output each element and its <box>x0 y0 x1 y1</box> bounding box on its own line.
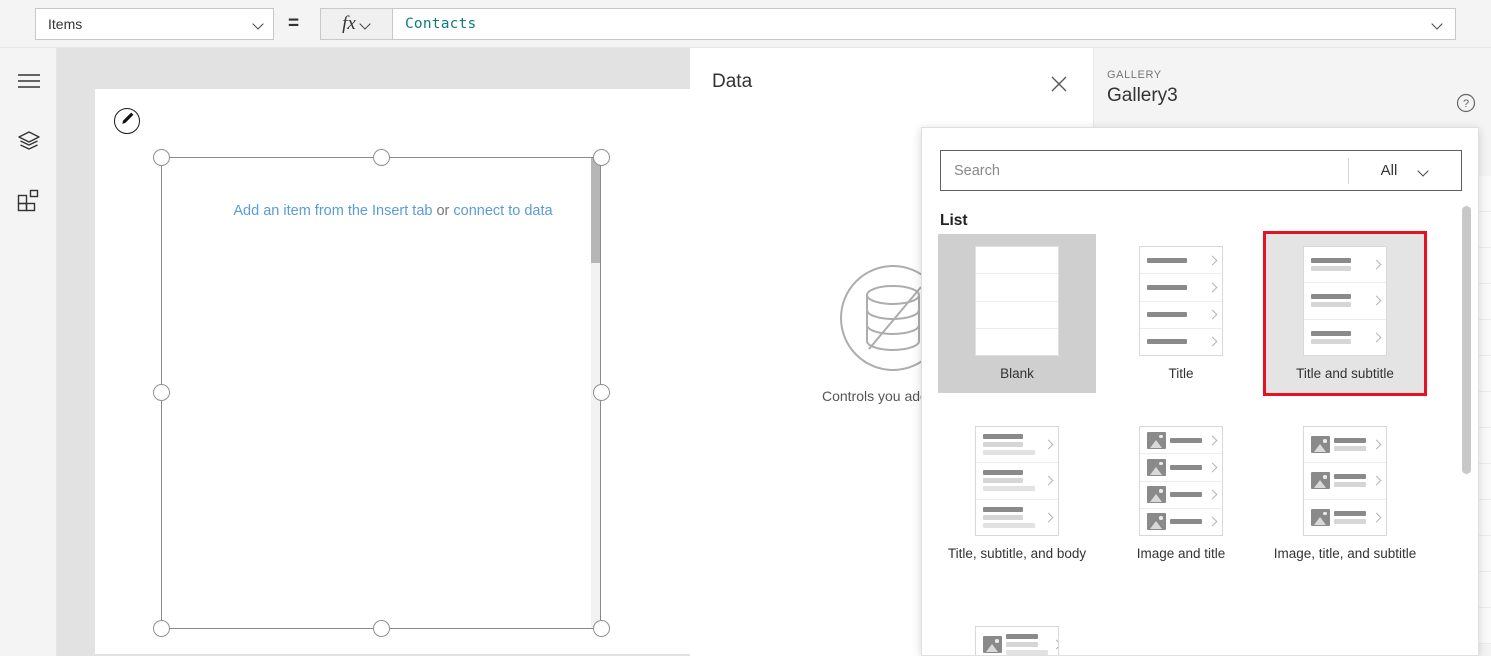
image-placeholder-icon <box>1311 436 1330 454</box>
resize-handle-top-center[interactable] <box>373 149 390 166</box>
chevron-right-icon <box>1372 476 1381 485</box>
layout-thumb-title <box>1139 246 1223 356</box>
layout-tile-title-subtitle-body[interactable]: Title, subtitle, and body <box>938 414 1096 573</box>
layout-tile-label: Image and title <box>1136 546 1226 561</box>
layout-tile-label: Blank <box>1000 366 1034 381</box>
app-screen[interactable]: Add an item from the Insert tab or conne… <box>95 89 691 654</box>
layout-tile-label: Title <box>1168 366 1194 381</box>
insert-tab-link[interactable]: Add an item from the Insert tab <box>233 203 432 219</box>
chevron-down-icon <box>254 19 264 29</box>
layout-thumb-blank <box>975 246 1059 356</box>
gallery-empty-hint: Add an item from the Insert tab or conne… <box>95 203 691 219</box>
layout-tile-image-title-subtitle[interactable]: Image, title, and subtitle <box>1266 414 1424 573</box>
layout-thumb-image-and-title <box>1139 426 1223 536</box>
fx-button[interactable]: fx <box>320 8 392 40</box>
chevron-down-icon <box>1419 166 1429 176</box>
svg-text:?: ? <box>1463 98 1469 110</box>
power-apps-studio: Items = fx Contacts Add an item from the… <box>0 0 1491 656</box>
data-panel-title: Data <box>712 71 753 92</box>
image-placeholder-icon <box>1147 486 1166 504</box>
insert-icon <box>17 189 40 217</box>
rail-item-insert[interactable] <box>0 178 57 228</box>
hint-separator: or <box>432 203 454 219</box>
image-placeholder-icon <box>1311 472 1330 490</box>
chevron-right-icon <box>1208 517 1217 526</box>
image-placeholder-icon <box>1147 513 1166 531</box>
layout-tile-label: Title and subtitle <box>1296 366 1394 381</box>
resize-handle-middle-left[interactable] <box>153 384 170 401</box>
layout-thumb-image-title-subtitle-body <box>975 626 1059 655</box>
properties-header: GALLERY Gallery3 <box>1107 69 1178 107</box>
resize-handle-bottom-right[interactable] <box>593 620 610 637</box>
chevron-right-icon <box>1208 310 1217 319</box>
chevron-right-icon <box>1044 440 1053 449</box>
pencil-icon <box>120 111 135 131</box>
rail-item-menu[interactable] <box>0 58 57 108</box>
layout-section-title: List <box>940 212 968 229</box>
chevron-right-icon <box>1044 513 1053 522</box>
control-name: Gallery3 <box>1107 85 1178 106</box>
chevron-right-icon <box>1208 283 1217 292</box>
image-placeholder-icon <box>983 636 1002 654</box>
image-placeholder-icon <box>1147 458 1166 476</box>
help-circle-icon[interactable]: ? <box>1455 92 1477 114</box>
layout-tile-label: Image, title, and subtitle <box>1273 546 1417 561</box>
chevron-right-icon <box>1372 513 1381 522</box>
chevron-right-icon <box>1044 476 1053 485</box>
tree-view-icon <box>17 130 41 157</box>
equals-sign: = <box>288 13 300 34</box>
flyout-scrollbar-thumb[interactable] <box>1462 206 1471 474</box>
layout-grid: Blank Title Title and subtitle Title, su… <box>930 231 1462 655</box>
resize-handle-top-left[interactable] <box>153 149 170 166</box>
gallery-edit-badge[interactable] <box>114 108 140 134</box>
close-icon[interactable] <box>1047 72 1071 96</box>
control-kind-label: GALLERY <box>1107 69 1162 81</box>
chevron-right-icon <box>1052 640 1058 649</box>
fx-label: fx <box>342 13 356 34</box>
gallery-layout-flyout: Search All List Blank Title Title and su… <box>921 127 1479 656</box>
layout-filter-value: All <box>1380 162 1398 179</box>
chevron-right-icon <box>1208 463 1217 472</box>
layout-thumb-title-and-subtitle <box>1303 246 1387 356</box>
formula-value: Contacts <box>405 16 477 32</box>
layout-thumb-title-subtitle-body <box>975 426 1059 536</box>
chevron-right-icon <box>1372 296 1381 305</box>
chevron-right-icon <box>1208 436 1217 445</box>
layout-tile-blank[interactable]: Blank <box>938 234 1096 393</box>
chevron-right-icon <box>1208 256 1217 265</box>
chevron-right-icon <box>1372 440 1381 449</box>
chevron-right-icon <box>1208 490 1217 499</box>
layout-search-bar[interactable]: Search All <box>940 150 1462 191</box>
layout-tile-image-title-subtitle-body[interactable] <box>938 614 1096 655</box>
image-placeholder-icon <box>1311 508 1330 526</box>
chevron-down-icon[interactable] <box>1433 19 1443 29</box>
resize-handle-bottom-left[interactable] <box>153 620 170 637</box>
chevron-right-icon <box>1208 337 1217 346</box>
search-input[interactable]: Search <box>941 163 1348 179</box>
chevron-down-icon <box>361 19 371 29</box>
formula-bar: Items = fx Contacts <box>0 0 1491 48</box>
layout-tile-title[interactable]: Title <box>1102 234 1260 393</box>
gallery-control[interactable] <box>161 157 601 629</box>
property-selector[interactable]: Items <box>35 8 274 40</box>
formula-input[interactable]: Contacts <box>392 8 1456 40</box>
resize-handle-top-right[interactable] <box>593 149 610 166</box>
resize-handle-bottom-center[interactable] <box>373 620 390 637</box>
layout-tile-image-and-title[interactable]: Image and title <box>1102 414 1260 573</box>
layout-tile-title-and-subtitle[interactable]: Title and subtitle <box>1263 231 1427 396</box>
chevron-right-icon <box>1372 333 1381 342</box>
property-selector-value: Items <box>48 16 83 32</box>
connect-to-data-link[interactable]: connect to data <box>453 203 552 219</box>
rail-item-tree-view[interactable] <box>0 118 57 168</box>
menu-icon <box>17 72 41 95</box>
layout-filter-dropdown[interactable]: All <box>1349 162 1461 179</box>
resize-handle-middle-right[interactable] <box>593 384 610 401</box>
image-placeholder-icon <box>1147 431 1166 449</box>
layout-thumb-image-title-subtitle <box>1303 426 1387 536</box>
left-rail <box>0 48 57 656</box>
chevron-right-icon <box>1372 260 1381 269</box>
layout-tile-label: Title, subtitle, and body <box>947 546 1087 561</box>
